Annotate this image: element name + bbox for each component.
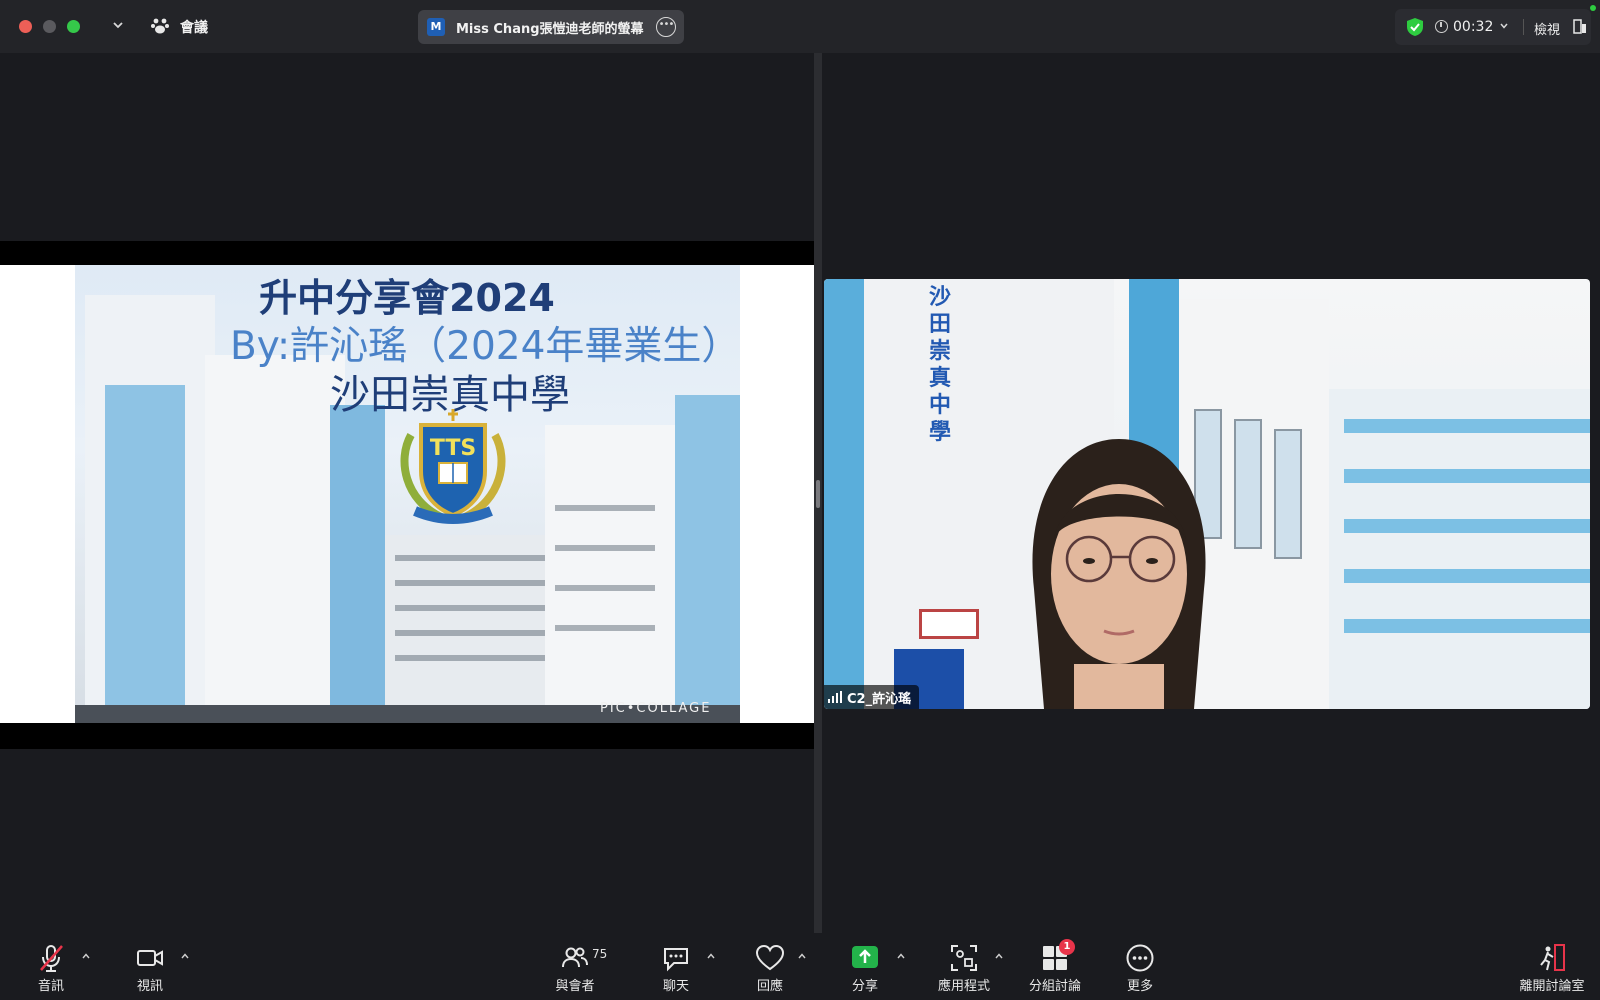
share-screen-icon (852, 946, 878, 968)
apps-button[interactable]: 應用程式 (929, 943, 999, 997)
chevron-down-icon[interactable] (110, 17, 126, 33)
basketball-hoop (919, 609, 979, 639)
audio-options-caret[interactable] (81, 951, 91, 961)
building-sign: 沙田崇真中學 (929, 285, 952, 445)
participants-label: 與會者 (555, 979, 595, 994)
meeting-status-bar: 00:32 檢視 (1395, 9, 1591, 45)
heart-icon (755, 944, 785, 971)
more-options-icon[interactable]: ••• (656, 17, 676, 37)
shield-check-icon[interactable] (1405, 17, 1425, 37)
breakout-rooms-label: 分組討論 (1028, 979, 1081, 994)
participants-icon (562, 947, 588, 968)
participant-person (1032, 439, 1206, 709)
participant-name: C2_許沁瑤 (847, 691, 912, 707)
meeting-label[interactable]: 會議 (180, 17, 208, 37)
title-bar: 會議 M Miss Chang張愷迪老師的螢幕 ••• 00:32 檢視 (0, 0, 1600, 53)
reactions-options-caret[interactable] (797, 951, 807, 961)
participants-count: 75 (592, 947, 608, 961)
breakout-rooms-button[interactable]: 分組討論 (1020, 943, 1090, 997)
close-window-button[interactable] (19, 20, 32, 33)
minimize-window-button[interactable] (43, 20, 56, 33)
apps-icon (951, 945, 977, 971)
reactions-button[interactable]: 回應 (735, 943, 805, 997)
more-icon (1126, 944, 1154, 972)
share-label: 分享 (851, 979, 878, 994)
shared-screen: 升中分享會2024 By:許沁瑤（2024年畢業生） 沙田崇真中學 TTS PI… (0, 241, 814, 749)
presenter-avatar: M (427, 18, 445, 36)
separator (1523, 19, 1524, 35)
video-camera-icon (137, 950, 163, 966)
video-button[interactable]: 視訊 (115, 943, 185, 997)
participant-name-tag: C2_許沁瑤 (824, 685, 920, 709)
audio-label: 音訊 (37, 979, 64, 994)
chat-bubble-icon (664, 948, 688, 972)
view-button[interactable]: 檢視 (1534, 19, 1560, 38)
leave-breakout-room-button[interactable]: 離開討論室 (1516, 943, 1588, 997)
video-label: 視訊 (136, 979, 163, 994)
more-button[interactable]: 更多 (1105, 943, 1175, 997)
reactions-label: 回應 (756, 979, 783, 994)
chat-button[interactable]: 聊天 (641, 943, 711, 997)
meeting-toolbar: 音訊 視訊 與會者 75 聊天 回應 分享 應用程式 分組討論 1 更多 離開討… (0, 933, 1600, 1000)
resize-handle[interactable] (816, 480, 820, 508)
chat-options-caret[interactable] (706, 951, 716, 961)
notification-badge: 1 (1059, 939, 1075, 955)
status-dot (1590, 5, 1596, 11)
leave-room-icon (1540, 944, 1565, 971)
apps-label: 應用程式 (937, 979, 990, 994)
share-title: Miss Chang張愷迪老師的螢幕 (456, 22, 644, 37)
microphone-muted-icon (40, 945, 63, 972)
presentation-slide: 升中分享會2024 By:許沁瑤（2024年畢業生） 沙田崇真中學 TTS PI… (0, 265, 814, 723)
fullscreen-window-button[interactable] (67, 20, 80, 33)
crest-letters: TTS (430, 436, 476, 461)
share-options-caret[interactable] (896, 951, 906, 961)
more-label: 更多 (1126, 979, 1153, 994)
school-crest-logo: TTS (400, 409, 506, 524)
chat-label: 聊天 (662, 979, 689, 994)
clock-icon (1435, 20, 1448, 33)
meeting-timer[interactable]: 00:32 (1453, 19, 1493, 35)
slide-title: 升中分享會2024 (259, 276, 555, 320)
chevron-down-icon[interactable] (1499, 21, 1509, 31)
meeting-paw-icon (151, 18, 169, 34)
leave-breakout-room-label: 離開討論室 (1519, 979, 1585, 994)
share-button[interactable]: 分享 (830, 943, 900, 997)
apps-options-caret[interactable] (994, 951, 1004, 961)
participant-video[interactable]: 沙田崇真中學 C2_許沁瑤 (824, 279, 1590, 709)
audio-button[interactable]: 音訊 (16, 943, 86, 997)
video-options-caret[interactable] (180, 951, 190, 961)
view-layout-icon[interactable] (1573, 19, 1587, 34)
watermark: PIC•COLLAGE (600, 701, 712, 716)
screen-share-indicator[interactable]: M Miss Chang張愷迪老師的螢幕 ••• (418, 10, 684, 44)
connection-signal-icon (828, 691, 842, 703)
